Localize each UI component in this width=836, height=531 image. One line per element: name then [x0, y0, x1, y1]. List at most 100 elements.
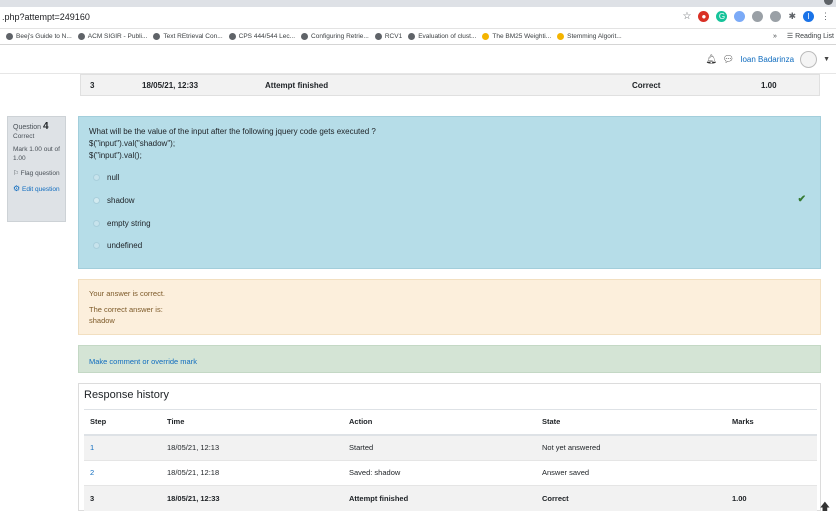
action-cell: Attempt finished — [343, 485, 536, 512]
marks-cell — [726, 459, 817, 486]
time-cell: 18/05/21, 12:18 — [161, 459, 343, 486]
table-row-current: 3 18/05/21, 12:33 Attempt finished Corre… — [84, 485, 817, 512]
bookmark-icon — [6, 33, 13, 40]
column-header: Time — [161, 409, 343, 436]
response-history: Response history Step Time Action State … — [78, 383, 821, 512]
reading-list-icon: ☰ — [786, 33, 794, 40]
answer-option[interactable]: empty string — [93, 219, 151, 228]
extension-icon[interactable] — [752, 11, 764, 22]
radio-button[interactable] — [93, 242, 100, 249]
state-cell: Correct — [632, 81, 661, 90]
history-title: Response history — [84, 389, 169, 401]
marks-cell — [726, 434, 817, 461]
right-answer: shadow — [89, 316, 115, 325]
bookmark[interactable]: Text REtrieval Con... — [153, 33, 223, 40]
bookmark-icon — [153, 33, 161, 40]
table-header-row: Step Time Action State Marks — [84, 409, 817, 436]
column-header: Marks — [726, 409, 817, 436]
bookmark-icon — [228, 33, 236, 40]
chat-icon[interactable]: 💬︎ — [723, 54, 734, 65]
state-cell: Correct — [536, 485, 726, 512]
history-row-previous: 3 18/05/21, 12:33 Attempt finished Corre… — [80, 74, 820, 96]
bookmarks-bar: Beej's Guide to N... ACM SIGIR - Publi..… — [0, 29, 836, 45]
grammarly-extension-icon[interactable]: G — [716, 11, 728, 22]
bookmark[interactable]: Evaluation of clust... — [408, 33, 476, 40]
bookmark[interactable]: Stemming Algorit... — [557, 33, 622, 40]
puzzle-icon[interactable]: ✱ — [788, 11, 796, 22]
address-bar[interactable]: .php?attempt=249160 ☆ ● G ✱ I ⋮ — [0, 7, 836, 29]
column-header: State — [536, 409, 726, 436]
state-cell: Answer saved — [536, 459, 726, 486]
reading-list-button[interactable]: ☰ Reading List — [787, 32, 834, 40]
star-icon[interactable]: ☆ — [682, 11, 691, 22]
profile-icon[interactable]: I — [803, 11, 814, 22]
step-link[interactable]: 1 — [84, 434, 161, 461]
bookmark[interactable]: The BM25 Weighti... — [482, 33, 551, 40]
radio-button[interactable] — [93, 197, 100, 204]
more-bookmarks-button[interactable]: » — [773, 33, 777, 40]
marks-cell: 1.00 — [761, 81, 777, 90]
bookmark-icon — [557, 33, 565, 40]
action-cell: Attempt finished — [265, 81, 329, 90]
arrow-up-icon[interactable]: 🡅 — [820, 500, 830, 517]
question-formulation: What will be the value of the input afte… — [78, 116, 821, 269]
comment-box: Make comment or override mark — [78, 345, 821, 373]
feedback-text: Your answer is correct. — [89, 289, 166, 298]
menu-dots-icon[interactable]: ⋮ — [821, 11, 830, 22]
bookmark-icon — [482, 33, 490, 40]
user-menu[interactable]: 🔔︎ 💬︎ Ioan Badarinza ▼ — [705, 51, 830, 68]
step-link[interactable]: 2 — [84, 459, 161, 486]
avatar[interactable] — [800, 51, 818, 68]
column-header: Step — [84, 409, 161, 436]
bookmark-icon — [374, 33, 382, 40]
column-header: Action — [343, 409, 536, 436]
stop-extension-icon[interactable]: ● — [698, 11, 710, 22]
correct-check-icon: ✔ — [797, 194, 806, 205]
comment-link[interactable]: Make comment or override mark — [89, 357, 197, 366]
feedback-box: Your answer is correct. The correct answ… — [78, 279, 821, 335]
history-table: Step Time Action State Marks 1 18/05/21,… — [84, 409, 817, 512]
url-text[interactable]: .php?attempt=249160 — [2, 12, 90, 22]
answer-option[interactable]: undefined — [93, 241, 142, 250]
edit-question-link[interactable]: ⚙ Edit question — [13, 184, 60, 194]
bookmark[interactable]: Configuring Retrie... — [301, 33, 369, 40]
question-number: Question 4 — [13, 121, 49, 132]
bookmark-icon — [408, 33, 416, 40]
answer-option[interactable]: null — [93, 173, 119, 182]
table-row: 2 18/05/21, 12:18 Saved: shadow Answer s… — [84, 459, 817, 486]
bookmark-icon — [77, 33, 85, 40]
bell-icon[interactable]: 🔔︎ — [705, 54, 716, 65]
question-status: Correct — [13, 133, 35, 140]
time-cell: 18/05/21, 12:13 — [161, 434, 343, 461]
time-cell: 18/05/21, 12:33 — [161, 485, 343, 512]
step-cell: 3 — [90, 81, 95, 90]
question-mark: Mark 1.00 out of 1.00 — [13, 146, 60, 162]
bookmark-icon — [301, 33, 309, 40]
radio-button[interactable] — [93, 220, 100, 227]
bookmarks-right: » ☰ Reading List — [773, 32, 834, 41]
time-cell: 18/05/21, 12:33 — [142, 81, 199, 90]
extension-toolbar: ☆ ● G ✱ I ⋮ — [682, 11, 830, 22]
bookmark[interactable]: CPS 444/544 Lec... — [228, 33, 295, 40]
state-cell: Not yet answered — [536, 434, 726, 461]
user-name[interactable]: Ioan Badarinza — [740, 55, 794, 64]
extension-icon[interactable] — [734, 11, 746, 22]
action-cell: Saved: shadow — [343, 459, 536, 486]
window-control-icon[interactable] — [824, 0, 833, 5]
gear-icon: ⚙ — [13, 184, 21, 193]
bookmark[interactable]: ACM SIGIR - Publi... — [77, 33, 147, 40]
action-cell: Started — [343, 434, 536, 461]
table-row: 1 18/05/21, 12:13 Started Not yet answer… — [84, 434, 817, 461]
flag-icon: ⚐ — [13, 170, 19, 177]
answer-option-selected[interactable]: shadow — [93, 196, 135, 205]
extension-icon[interactable] — [770, 11, 782, 22]
caret-down-icon[interactable]: ▼ — [823, 56, 830, 63]
bookmark[interactable]: RCV1 — [374, 33, 402, 40]
flag-question-button[interactable]: ⚐ Flag question — [13, 169, 60, 178]
radio-button[interactable] — [93, 174, 100, 181]
question-info: Question 4 Correct Mark 1.00 out of 1.00… — [7, 116, 66, 222]
browser-tabstrip — [0, 0, 836, 7]
bookmark[interactable]: Beej's Guide to N... — [6, 33, 72, 40]
site-header: 🔔︎ 💬︎ Ioan Badarinza ▼ — [0, 46, 836, 74]
question-text: What will be the value of the input afte… — [89, 127, 376, 160]
